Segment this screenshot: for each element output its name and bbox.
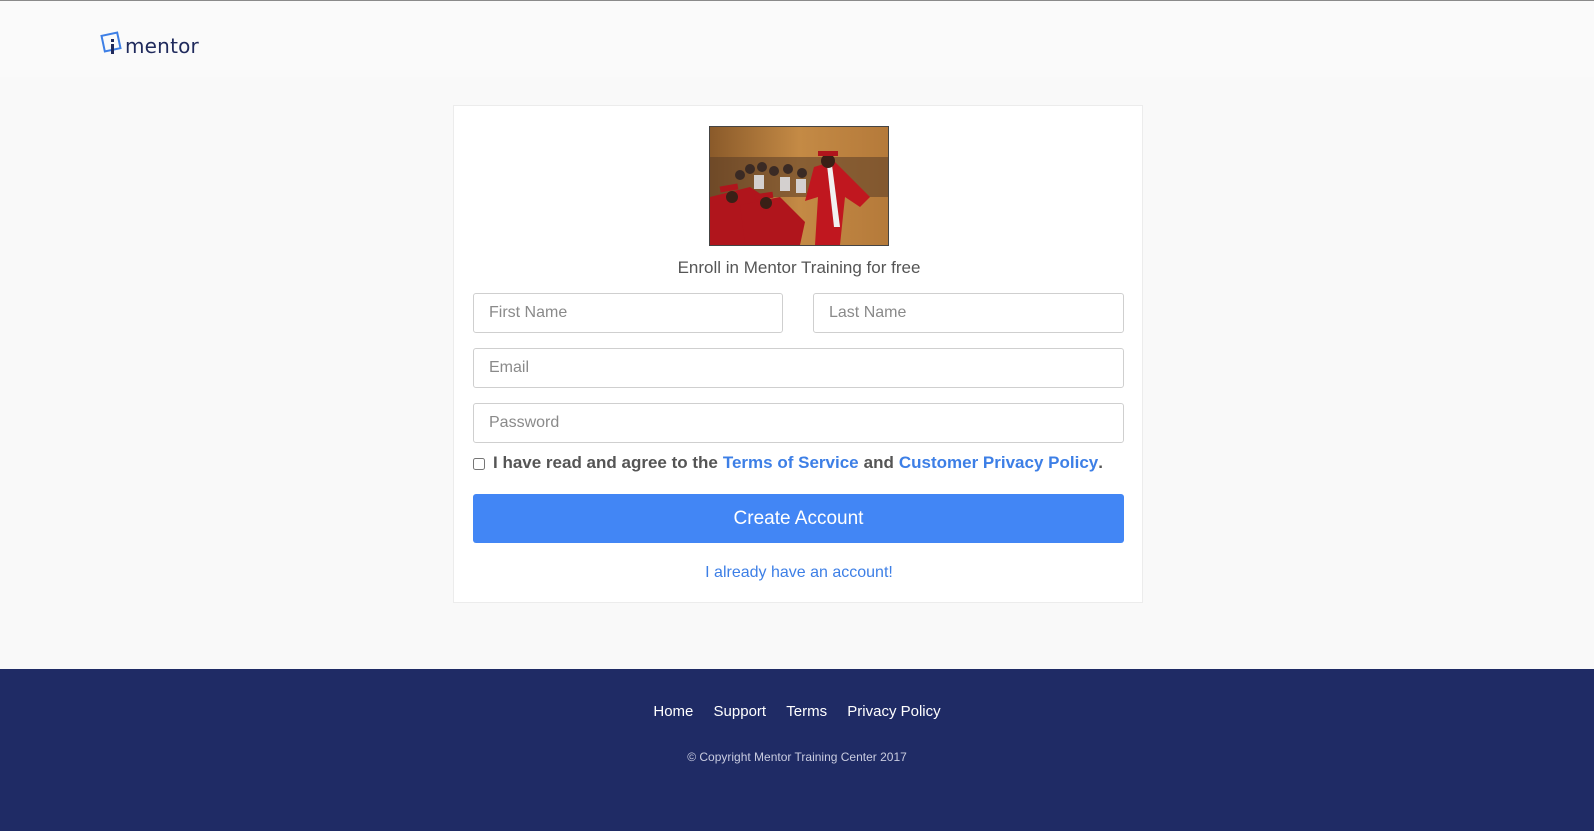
footer-link-terms[interactable]: Terms — [786, 703, 827, 720]
signup-heading: Enroll in Mentor Training for free — [677, 258, 921, 277]
agree-suffix-text: . — [1098, 453, 1103, 472]
privacy-policy-link[interactable]: Customer Privacy Policy — [899, 453, 1098, 473]
footer-link-support[interactable]: Support — [714, 703, 767, 720]
terms-of-service-link[interactable]: Terms of Service — [723, 453, 859, 473]
logo-mark-icon — [100, 31, 124, 57]
create-account-button[interactable]: Create Account — [473, 494, 1124, 543]
footer-link-home[interactable]: Home — [653, 703, 693, 720]
footer-nav: Home Support Terms Privacy Policy — [0, 703, 1594, 720]
terms-checkbox[interactable] — [473, 458, 485, 470]
agree-and-text: and — [863, 453, 894, 472]
logo-text: mentor — [125, 34, 199, 58]
first-name-input[interactable] — [473, 293, 783, 333]
login-link-wrapper: I already have an account! — [454, 564, 1144, 582]
email-input[interactable] — [473, 348, 1124, 388]
mentor-logo[interactable]: mentor — [100, 23, 199, 57]
copyright-text: © Copyright Mentor Training Center 2017 — [687, 750, 907, 764]
site-header: mentor — [0, 1, 1594, 77]
signup-card: Enroll in Mentor Training for free I hav… — [453, 105, 1143, 603]
site-footer: Home Support Terms Privacy Policy © Copy… — [0, 669, 1594, 831]
last-name-input[interactable] — [813, 293, 1124, 333]
terms-agreement: I have read and agree to the Terms of Se… — [473, 453, 1133, 473]
footer-link-privacy-policy[interactable]: Privacy Policy — [847, 703, 940, 720]
agree-prefix-text: I have read and agree to the — [493, 453, 718, 472]
password-input[interactable] — [473, 403, 1124, 443]
already-have-account-link[interactable]: I already have an account! — [705, 564, 893, 581]
graduation-photo — [709, 126, 889, 246]
